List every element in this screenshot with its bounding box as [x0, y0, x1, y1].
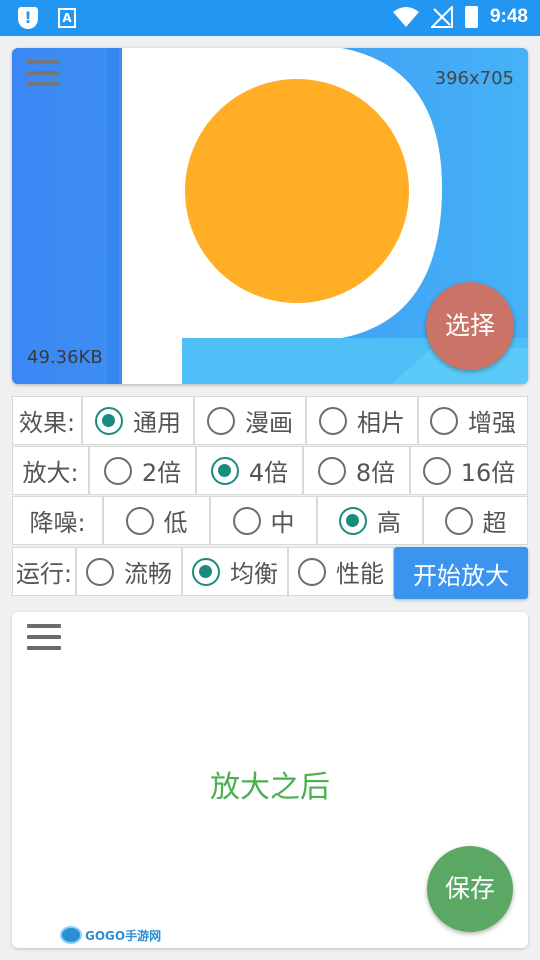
watermark-logo-icon	[60, 926, 82, 944]
menu-icon[interactable]	[26, 60, 60, 90]
scale-option-16x[interactable]: 16倍	[410, 446, 528, 495]
denoise-option-low[interactable]: 低	[103, 496, 210, 545]
effect-label: 效果:	[12, 396, 82, 445]
radio-icon[interactable]	[232, 506, 261, 535]
run-option-performance[interactable]: 性能	[288, 547, 394, 596]
effect-option-photo[interactable]: 相片	[306, 396, 418, 445]
status-left: A	[18, 7, 76, 29]
radio-selected-icon[interactable]	[192, 557, 220, 586]
result-placeholder: 放大之后	[210, 770, 330, 805]
run-row: 运行: 流畅 均衡 性能 开始放大	[12, 547, 528, 599]
status-right: 9:48	[392, 6, 528, 28]
run-option-balanced[interactable]: 均衡	[182, 547, 288, 596]
effect-row: 效果: 通用 漫画 相片 增强	[12, 396, 528, 445]
denoise-row: 降噪: 低 中 高 超	[12, 496, 528, 545]
select-image-button[interactable]: 选择	[426, 282, 514, 370]
menu-icon[interactable]	[27, 624, 61, 654]
scale-label: 放大:	[12, 446, 89, 495]
scale-option-2x[interactable]: 2倍	[89, 446, 196, 495]
run-option-smooth[interactable]: 流畅	[76, 547, 182, 596]
radio-icon[interactable]	[444, 506, 473, 535]
wifi-icon	[392, 7, 419, 27]
denoise-option-high[interactable]: 高	[317, 496, 423, 545]
radio-icon[interactable]	[422, 456, 451, 485]
options-panel: 效果: 通用 漫画 相片 增强 放大: 2倍 4倍 8倍 16倍 降噪: 低 中…	[12, 396, 528, 601]
a-keyboard-icon: A	[58, 8, 76, 28]
effect-option-enhance[interactable]: 增强	[418, 396, 528, 445]
radio-selected-icon[interactable]	[339, 506, 367, 535]
radio-selected-icon[interactable]	[210, 456, 239, 485]
image-dimensions: 396x705	[434, 68, 514, 89]
effect-option-comic[interactable]: 漫画	[194, 396, 306, 445]
shield-alert-icon	[18, 7, 38, 29]
scale-option-4x[interactable]: 4倍	[196, 446, 303, 495]
result-image-card[interactable]: 放大之后 保存 GOGO手游网	[12, 612, 528, 948]
image-file-size: 49.36KB	[27, 347, 103, 368]
radio-icon[interactable]	[319, 406, 347, 435]
radio-icon[interactable]	[86, 557, 114, 586]
status-time: 9:48	[489, 6, 528, 27]
watermark-text: GOGO手游网	[85, 928, 162, 943]
source-image-card[interactable]: 396x705 49.36KB 选择	[12, 48, 528, 384]
run-label: 运行:	[12, 547, 76, 596]
watermark-logo: GOGO手游网	[60, 926, 161, 944]
radio-icon[interactable]	[430, 406, 458, 435]
status-bar: A 9:48	[0, 0, 540, 36]
battery-charging-icon	[464, 6, 478, 28]
radio-icon[interactable]	[125, 506, 154, 535]
save-button[interactable]: 保存	[427, 846, 513, 932]
radio-icon[interactable]	[103, 456, 132, 485]
radio-icon[interactable]	[207, 406, 235, 435]
start-upscale-button[interactable]: 开始放大	[394, 547, 528, 599]
radio-selected-icon[interactable]	[95, 406, 123, 435]
denoise-label: 降噪:	[12, 496, 103, 545]
denoise-option-medium[interactable]: 中	[210, 496, 317, 545]
radio-icon[interactable]	[317, 456, 346, 485]
denoise-option-super[interactable]: 超	[423, 496, 528, 545]
radio-icon[interactable]	[298, 557, 326, 586]
no-signal-icon	[430, 6, 453, 28]
effect-option-general[interactable]: 通用	[82, 396, 194, 445]
scale-row: 放大: 2倍 4倍 8倍 16倍	[12, 446, 528, 495]
scale-option-8x[interactable]: 8倍	[303, 446, 410, 495]
